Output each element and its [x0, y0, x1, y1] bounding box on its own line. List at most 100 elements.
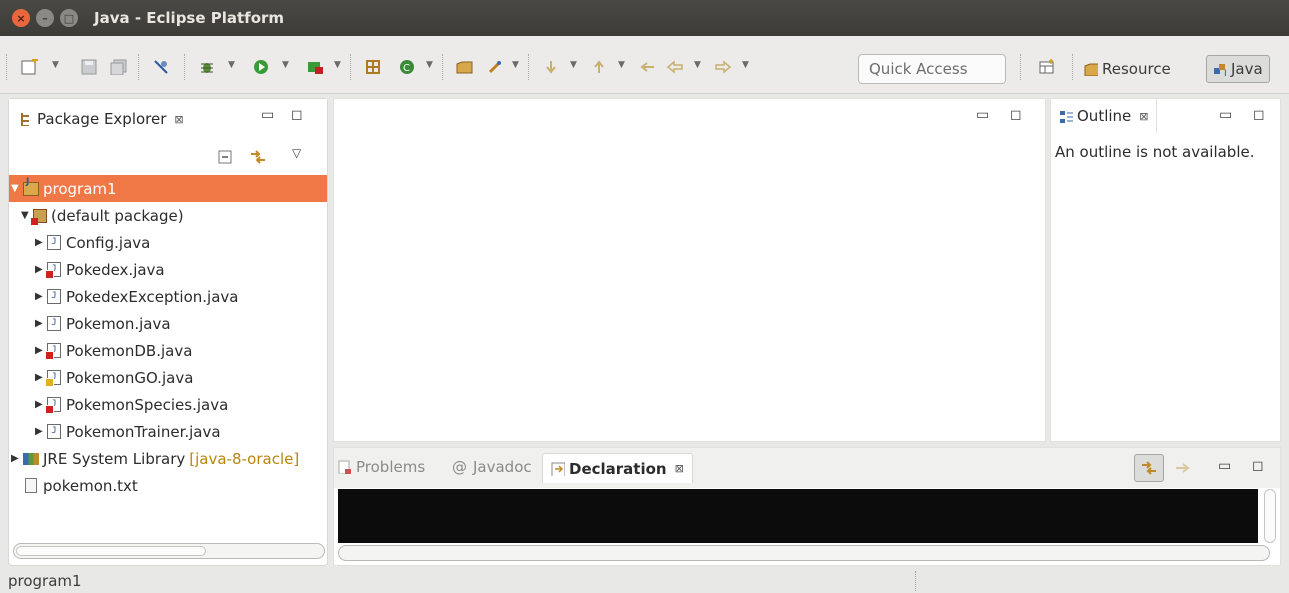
tree-item-program1[interactable]: ▼ program1 [9, 175, 327, 202]
bottom-panel: Problems @ Javadoc Declaration ⊠ ▭ ◻ [333, 447, 1281, 566]
close-icon[interactable]: ⊠ [174, 113, 183, 126]
new-class-icon[interactable]: C [396, 56, 418, 78]
next-annotation-dropdown-icon[interactable]: ▼ [570, 60, 577, 70]
outline-title: Outline [1077, 107, 1132, 125]
tree-item-default-package[interactable]: ▼ (default package) [9, 202, 184, 229]
tab-problems[interactable]: Problems [338, 458, 425, 476]
debug-icon[interactable] [196, 56, 218, 78]
main-toolbar: ▼ ▼ ▼ ▼ C ▼ ▼ ▼ ▼ ▼ ▼ Quick Access Resou… [0, 36, 1289, 94]
tree-item-file[interactable]: ▶ J Pokemon.java [9, 310, 171, 337]
javadoc-icon: @ [452, 458, 467, 476]
title-bar: × – □ Java - Eclipse Platform [0, 0, 1289, 36]
forward-dropdown-icon[interactable]: ▼ [742, 60, 749, 70]
run-icon[interactable] [250, 56, 272, 78]
new-icon[interactable] [18, 56, 42, 78]
maximize-icon[interactable]: ◻ [1253, 107, 1265, 123]
maximize-icon[interactable]: ◻ [1010, 107, 1022, 123]
perspective-resource-button[interactable]: Resource [1084, 55, 1171, 83]
tab-package-explorer[interactable]: Package Explorer ⊠ [19, 110, 184, 128]
new-java-project-icon[interactable] [362, 56, 384, 78]
view-menu-icon[interactable]: ▽ [292, 146, 301, 160]
new-class-dropdown-icon[interactable]: ▼ [426, 60, 433, 70]
tree-item-label: pokemon.txt [43, 476, 138, 495]
back-icon[interactable] [664, 56, 686, 78]
external-tools-dropdown-icon[interactable]: ▼ [334, 60, 341, 70]
tree-item-file[interactable]: ▶ J PokemonSpecies.java [9, 391, 228, 418]
new-dropdown-icon[interactable]: ▼ [52, 60, 59, 70]
forward-icon[interactable] [712, 56, 734, 78]
minimize-icon[interactable]: ▭ [1218, 458, 1231, 474]
skip-breakpoints-icon[interactable] [150, 56, 172, 78]
horizontal-scrollbar[interactable] [13, 543, 325, 559]
minimize-icon[interactable]: ▭ [1219, 107, 1232, 123]
tree-item-file[interactable]: ▶ J PokemonTrainer.java [9, 418, 221, 445]
open-perspective-icon[interactable] [1036, 56, 1058, 78]
tab-javadoc[interactable]: @ Javadoc [452, 458, 532, 476]
status-bar: program1 [0, 568, 1289, 593]
perspective-java-button[interactable]: J Java [1206, 55, 1270, 83]
expand-arrow-icon[interactable]: ▶ [35, 291, 47, 302]
maximize-icon[interactable]: ◻ [1252, 458, 1264, 474]
prev-annotation-dropdown-icon[interactable]: ▼ [618, 60, 625, 70]
link-with-editor-toggle[interactable] [1134, 454, 1164, 482]
window-minimize-button[interactable]: – [36, 9, 54, 27]
save-icon[interactable] [78, 56, 100, 78]
run-dropdown-icon[interactable]: ▼ [282, 60, 289, 70]
external-tools-icon[interactable] [304, 56, 326, 78]
next-annotation-icon[interactable] [540, 56, 562, 78]
quick-access-input[interactable]: Quick Access [858, 54, 1006, 84]
library-version-label: [java-8-oracle] [189, 449, 300, 468]
tree-item-file[interactable]: ▶ J PokemonDB.java [9, 337, 192, 364]
last-edit-icon[interactable] [636, 56, 658, 78]
debug-dropdown-icon[interactable]: ▼ [228, 60, 235, 70]
tree-item-jre-library[interactable]: ▶ JRE System Library [java-8-oracle] [9, 445, 299, 472]
editor-area[interactable]: ▭ ◻ [333, 98, 1046, 442]
expand-arrow-icon[interactable]: ▶ [11, 453, 23, 464]
scrollbar-thumb[interactable] [16, 546, 206, 556]
tree-item-file[interactable]: ▶ J PokedexException.java [9, 283, 238, 310]
search-dropdown-icon[interactable]: ▼ [512, 60, 519, 70]
collapse-all-icon[interactable] [217, 149, 233, 165]
package-explorer-icon [21, 113, 29, 126]
minimize-icon[interactable]: ▭ [261, 107, 274, 123]
tree-item-file[interactable]: ▶ J Config.java [9, 229, 150, 256]
toolbar-separator [350, 54, 352, 80]
maximize-icon[interactable]: ◻ [291, 107, 303, 123]
vertical-scrollbar[interactable] [1264, 489, 1276, 543]
tree-item-file[interactable]: ▶ J PokemonGO.java [9, 364, 193, 391]
tree-item-label: PokemonDB.java [66, 341, 193, 360]
tree-item-label: program1 [43, 179, 117, 198]
package-explorer-title: Package Explorer [37, 110, 167, 128]
tree-item-text-file[interactable]: pokemon.txt [9, 472, 138, 499]
declaration-icon [551, 462, 565, 476]
close-icon[interactable]: ⊠ [1139, 110, 1148, 123]
link-with-editor-icon[interactable] [249, 148, 267, 166]
expand-arrow-icon[interactable]: ▶ [35, 237, 47, 248]
java-file-error-icon: J [45, 343, 61, 360]
outline-icon [1060, 111, 1073, 123]
tab-outline[interactable]: Outline ⊠ [1051, 99, 1158, 133]
open-type-icon[interactable] [454, 56, 476, 78]
expand-arrow-icon[interactable]: ▶ [35, 318, 47, 329]
library-icon [23, 452, 39, 465]
open-input-icon[interactable] [1174, 460, 1192, 476]
expand-arrow-icon[interactable]: ▶ [35, 426, 47, 437]
tree-item-file[interactable]: ▶ J Pokedex.java [9, 256, 165, 283]
minimize-icon[interactable]: ▭ [976, 107, 989, 123]
window-close-button[interactable]: × [12, 9, 30, 27]
text-file-icon [25, 478, 37, 493]
close-icon[interactable]: ⊠ [675, 462, 684, 475]
java-file-icon: J [47, 316, 61, 331]
toolbar-separator [528, 54, 530, 80]
expand-arrow-icon[interactable]: ▼ [11, 183, 23, 194]
tab-declaration[interactable]: Declaration ⊠ [542, 453, 693, 483]
prev-annotation-icon[interactable] [588, 56, 610, 78]
save-all-icon[interactable] [108, 56, 130, 78]
tree-item-label: Config.java [66, 233, 151, 252]
search-icon[interactable] [484, 56, 506, 78]
toolbar-separator [138, 54, 140, 80]
window-maximize-button[interactable]: □ [60, 9, 78, 27]
horizontal-scrollbar[interactable] [338, 545, 1270, 561]
tree-item-label: (default package) [51, 206, 184, 225]
back-dropdown-icon[interactable]: ▼ [694, 60, 701, 70]
